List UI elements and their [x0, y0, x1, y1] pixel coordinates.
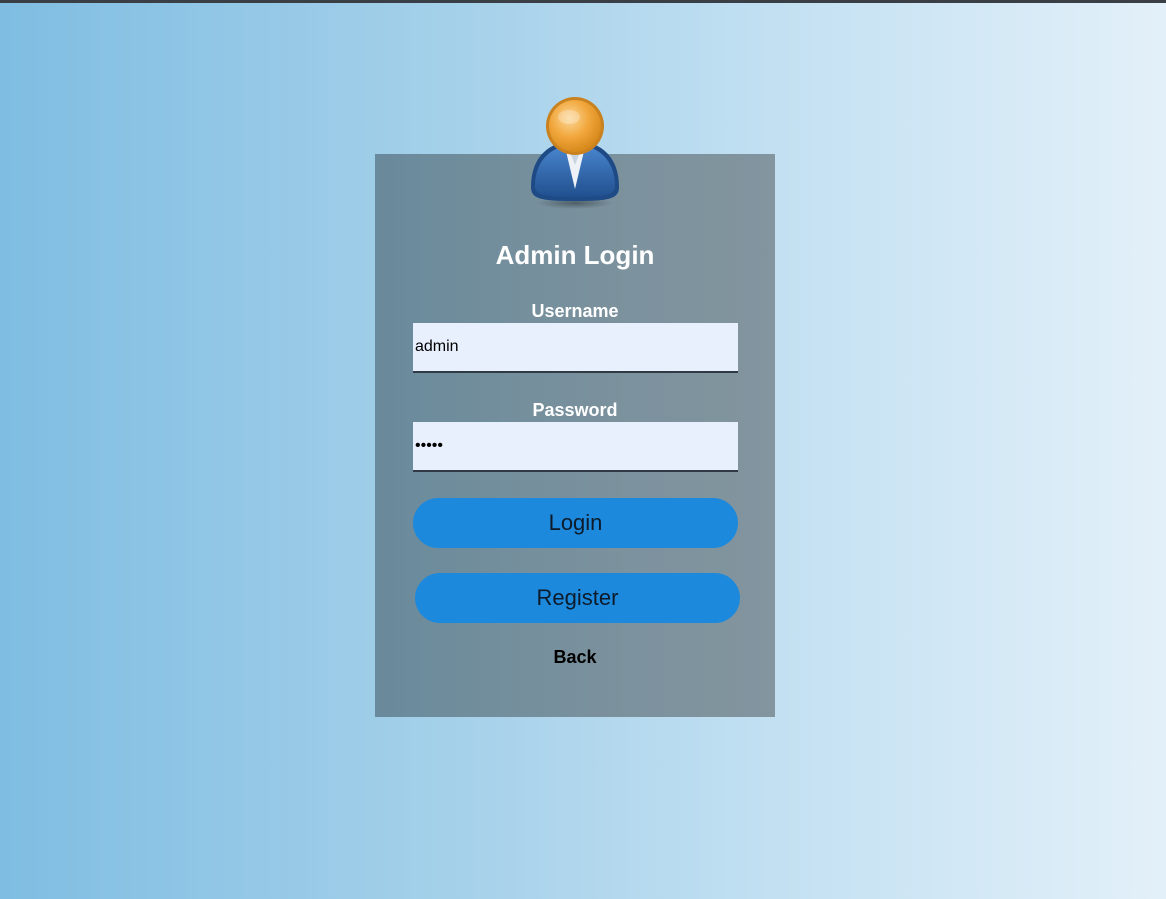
page-title: Admin Login [495, 240, 655, 270]
login-button[interactable]: Login [413, 498, 738, 548]
username-label: Username [531, 301, 619, 321]
user-avatar-icon [531, 97, 619, 209]
browser-top-border [0, 0, 1166, 3]
back-link[interactable]: Back [375, 647, 775, 668]
register-button[interactable]: Register [415, 573, 740, 623]
password-label: Password [532, 400, 618, 420]
password-input[interactable] [413, 422, 738, 472]
username-input[interactable] [413, 323, 738, 373]
